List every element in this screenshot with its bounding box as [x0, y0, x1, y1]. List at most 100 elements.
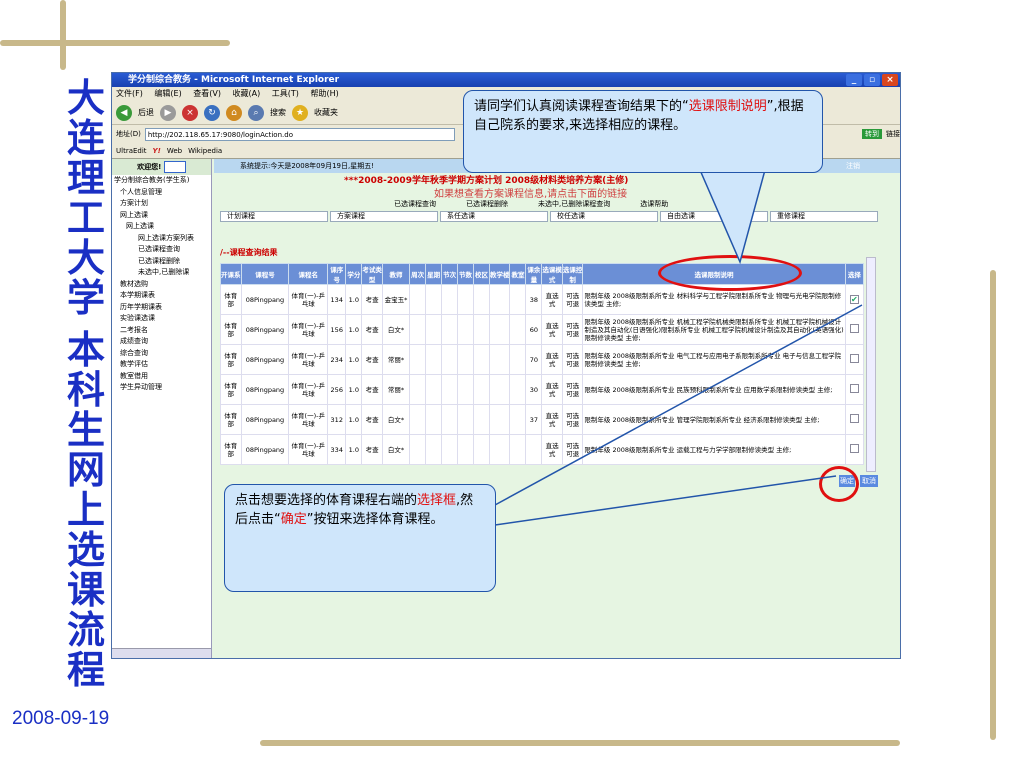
nav-item-status[interactable]: 学生异动管理	[112, 382, 211, 394]
cell-ctrl: 可选可退	[561, 374, 584, 405]
subnav-help[interactable]: 选课帮助	[640, 199, 668, 209]
callout-select-course: 点击想要选择的体育课程右端的选择框,然后点击“确定”按钮来选择体育课程。	[224, 484, 496, 592]
cell-name: 体育(一)-乒乓球	[288, 404, 329, 435]
nav-item-unselected[interactable]: 未选中,已删除课	[112, 267, 211, 279]
column-header: 选择	[844, 263, 865, 285]
nav-item-plan-list[interactable]: 网上选课方案列表	[112, 233, 211, 245]
favorites-icon[interactable]: ★	[292, 104, 308, 121]
links-ultraedit[interactable]: UltraEdit	[116, 147, 147, 155]
back-icon[interactable]: ◀	[116, 104, 132, 121]
cell-exam: 考查	[361, 374, 383, 405]
tab-program-courses[interactable]: 方案课程	[330, 211, 438, 222]
nav-item-history[interactable]: 历年学期课表	[112, 302, 211, 314]
column-header: 教师	[381, 263, 411, 285]
cell-empty	[457, 344, 475, 375]
cell-empty	[473, 434, 490, 465]
cell-name: 体育(一)-乒乓球	[288, 374, 329, 405]
links-web[interactable]: Web	[167, 147, 182, 155]
search-label[interactable]: 搜索	[270, 107, 286, 118]
cell-mode: 直选式	[541, 434, 563, 465]
menu-edit[interactable]: 编辑(E)	[154, 89, 181, 98]
nav-scrollbar[interactable]	[112, 648, 211, 658]
logout-link[interactable]: 注销	[846, 159, 860, 173]
course-table: 开课系 课程号 课程名 课序号 学分 考试类型 教师 周次 星期 节次 节数 校区 教学楼 教室 课余量 选课…	[220, 263, 865, 465]
cell-empty	[409, 314, 427, 345]
column-header: 选课模式	[541, 263, 563, 285]
links-label[interactable]: 链接	[886, 129, 900, 139]
tab-free-elective[interactable]: 自由选课	[660, 211, 768, 222]
nav-item-root[interactable]: 学分制综合教务(学生系)	[112, 175, 211, 187]
cell-name: 体育(一)-乒乓球	[288, 434, 329, 465]
menu-favorites[interactable]: 收藏(A)	[233, 89, 261, 98]
close-button[interactable]: ×	[882, 74, 898, 86]
nav-item-plan[interactable]: 方案计划	[112, 198, 211, 210]
nav-item-online[interactable]: 网上选课	[112, 210, 211, 222]
select-checkbox[interactable]	[849, 414, 859, 423]
nav-item-room[interactable]: 教室借用	[112, 371, 211, 383]
menu-file[interactable]: 文件(F)	[116, 89, 143, 98]
nav-item-schedule[interactable]: 本学期课表	[112, 290, 211, 302]
home-icon[interactable]: ⌂	[226, 104, 242, 121]
menu-view[interactable]: 查看(V)	[193, 89, 221, 98]
cell-name: 体育(一)-乒乓球	[288, 344, 329, 375]
cell-empty	[425, 404, 443, 435]
go-button[interactable]: 转到	[862, 129, 882, 139]
tab-dept-elective[interactable]: 系任选课	[440, 211, 548, 222]
subnav-selected[interactable]: 已选课程查询	[394, 199, 436, 209]
cell-exam: 考查	[361, 404, 383, 435]
forward-icon[interactable]: ▶	[160, 104, 176, 121]
links-wikipedia[interactable]: Wikipedia	[188, 147, 222, 155]
search-icon[interactable]: ⌕	[248, 104, 264, 121]
subnav-delete[interactable]: 已选课程删除	[466, 199, 508, 209]
tab-school-elective[interactable]: 校任选课	[550, 211, 658, 222]
table-scrollbar[interactable]	[866, 257, 876, 472]
cancel-button[interactable]: 取消	[860, 475, 878, 487]
menu-tools[interactable]: 工具(T)	[272, 89, 299, 98]
nav-item-exam[interactable]: 二考报名	[112, 325, 211, 337]
cell-empty	[488, 404, 511, 435]
cell-name: 体育(一)-乒乓球	[288, 314, 329, 345]
select-checkbox[interactable]	[849, 354, 859, 363]
menu-help[interactable]: 帮助(H)	[310, 89, 338, 98]
maximize-button[interactable]: ▫	[864, 74, 880, 86]
nav-item-delete[interactable]: 已选课程删除	[112, 256, 211, 268]
stop-icon[interactable]: ×	[182, 104, 198, 121]
nav-item-grades[interactable]: 成绩查询	[112, 336, 211, 348]
nav-item-online-sub[interactable]: 网上选课	[112, 221, 211, 233]
cell-exam: 考查	[361, 314, 383, 345]
nav-item-query[interactable]: 综合查询	[112, 348, 211, 360]
tab-plan-courses[interactable]: 计划课程	[220, 211, 328, 222]
refresh-icon[interactable]: ↻	[204, 104, 220, 121]
callout2-text-b: 选择框	[417, 493, 457, 508]
cell-code: 08Pingpang	[240, 434, 290, 465]
cell-code: 08Pingpang	[240, 404, 290, 435]
side-title-university: 大连理工大学	[66, 75, 105, 320]
column-header: 节数	[457, 263, 475, 285]
cell-mode: 直选式	[541, 404, 563, 435]
favorites-label[interactable]: 收藏夹	[314, 107, 338, 118]
minimize-button[interactable]: _	[846, 74, 862, 86]
table-row: 体育部 08Pingpang 体育(一)-乒乓球 334 1.0 考查 白文* 直选式 可选可退…	[220, 434, 865, 465]
back-label[interactable]: 后退	[138, 107, 154, 118]
nav-item-personal[interactable]: 个人信息管理	[112, 187, 211, 199]
nav-item-selected[interactable]: 已选课程查询	[112, 244, 211, 256]
nav-item-eval[interactable]: 教学评估	[112, 359, 211, 371]
select-checkbox[interactable]: ✔	[849, 295, 859, 304]
nav-item-lab[interactable]: 实验课选课	[112, 313, 211, 325]
cell-credit: 1.0	[345, 314, 363, 345]
subnav-unselected[interactable]: 未选中,已删除课程查询	[538, 199, 610, 209]
select-checkbox[interactable]	[849, 384, 859, 393]
cell-dept: 体育部	[220, 434, 242, 465]
welcome-text: 欢迎您!	[137, 163, 162, 171]
cell-rule: 限制年级 2008级限制系所专业 电气工程与应用电子系限制系所专业 电子与信息工…	[582, 344, 846, 375]
address-input[interactable]: http://202.118.65.17:9080/loginAction.do	[144, 127, 455, 141]
cell-select	[844, 374, 865, 405]
cell-seq: 234	[327, 344, 347, 375]
select-checkbox[interactable]	[849, 324, 859, 333]
cell-ctrl: 可选可退	[561, 344, 584, 375]
nav-item-books[interactable]: 教材选购	[112, 279, 211, 291]
plan-link[interactable]: 如果想查看方案课程信息,请点击下面的链接	[434, 185, 627, 200]
tab-retake[interactable]: 重修课程	[770, 211, 878, 222]
select-checkbox[interactable]	[849, 444, 859, 453]
cell-seq: 312	[327, 404, 347, 435]
